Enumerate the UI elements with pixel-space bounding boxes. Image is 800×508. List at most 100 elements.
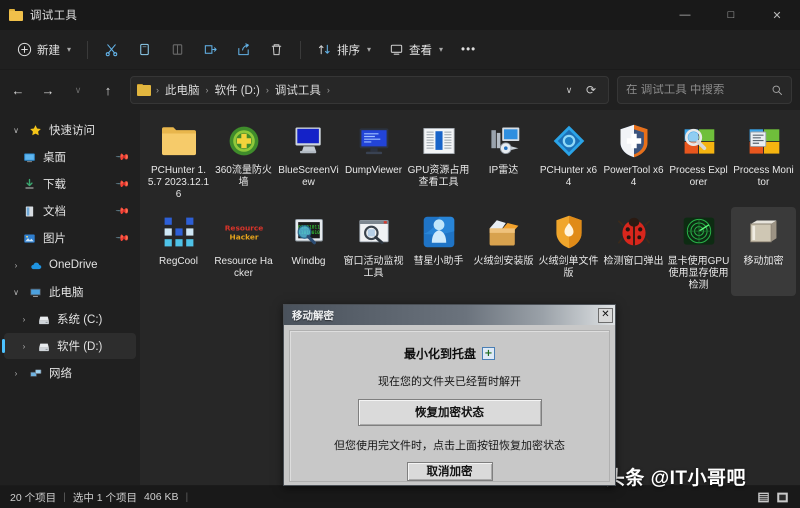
up-button[interactable]: ↑ bbox=[94, 76, 122, 104]
sidebar-item-quick-access[interactable]: ∨ 快速访问 bbox=[4, 117, 136, 143]
pin-icon-downloads[interactable]: 📌 bbox=[115, 176, 131, 192]
more-button-label: ••• bbox=[461, 44, 476, 56]
large-icons-view-icon[interactable] bbox=[775, 490, 790, 505]
file-item-huorong-installer[interactable]: 火绒剑安装版 bbox=[471, 207, 536, 296]
toolbar-divider-2 bbox=[300, 41, 301, 59]
file-item-360-firewall[interactable]: 360流量防火墙 bbox=[211, 116, 276, 205]
cancel-encryption-button[interactable]: 取消加密 bbox=[407, 462, 493, 481]
file-item-popup-detector[interactable]: 检测窗口弹出 bbox=[601, 207, 666, 296]
status-separator-2: | bbox=[185, 491, 188, 503]
chevron-down-icon-this-pc[interactable]: ∨ bbox=[10, 288, 22, 297]
restore-encryption-button[interactable]: 恢复加密状态 bbox=[358, 399, 542, 426]
sidebar-item-label-quick-access: 快速访问 bbox=[49, 122, 95, 138]
file-name: 彗星小助手 bbox=[408, 256, 470, 268]
file-item-comet-assistant[interactable]: 彗星小助手 bbox=[406, 207, 471, 296]
breadcrumb-item-1[interactable]: 软件 (D:) bbox=[211, 80, 264, 100]
rename-button[interactable] bbox=[194, 35, 227, 65]
file-item-ip-radar[interactable]: IP雷达 bbox=[471, 116, 536, 205]
file-item-gpu-usage-tool[interactable]: GPU资源占用查看工具 bbox=[406, 116, 471, 205]
file-item-gpu-memory-detect[interactable]: 显卡使用GPU使用显存使用检测 bbox=[666, 207, 731, 296]
sidebar-item-label-onedrive: OneDrive bbox=[49, 259, 98, 271]
cloud-icon bbox=[28, 258, 43, 273]
delete-button[interactable] bbox=[260, 35, 293, 65]
address-bar[interactable]: › 此电脑 › 软件 (D:) › 调试工具 › ∨ ⟳ bbox=[130, 76, 609, 104]
icon-grid: PCHunter 1.5.7 2023.12.16 360流量防火墙 BlueS… bbox=[140, 110, 800, 298]
back-button[interactable]: ← bbox=[4, 76, 32, 104]
drive-icon-d bbox=[36, 339, 51, 354]
chevron-right-icon-onedrive[interactable]: › bbox=[10, 261, 22, 270]
chevron-right-icon-drive-d[interactable]: › bbox=[18, 342, 30, 351]
file-item-pchunter-folder[interactable]: PCHunter 1.5.7 2023.12.16 bbox=[146, 116, 211, 205]
sidebar-item-desktop[interactable]: 桌面 📌 bbox=[4, 144, 136, 170]
address-dropdown-icon[interactable]: ∨ bbox=[558, 79, 580, 101]
minimize-icon[interactable]: — bbox=[662, 0, 708, 30]
file-item-bluescreenview[interactable]: BlueScreenView bbox=[276, 116, 341, 205]
file-item-mobile-encrypt[interactable]: 移动加密 bbox=[731, 207, 796, 296]
sidebar-item-label-documents: 文档 bbox=[43, 203, 66, 219]
chevron-right-icon-network[interactable]: › bbox=[10, 369, 22, 378]
share-button[interactable] bbox=[227, 35, 260, 65]
maximize-icon[interactable]: □ bbox=[708, 0, 754, 30]
magnify-win-icon bbox=[354, 212, 394, 252]
paste-button[interactable] bbox=[161, 35, 194, 65]
item-count-label: 20 个项目 bbox=[10, 490, 56, 505]
drive-icon-c bbox=[36, 312, 51, 327]
file-item-regcool[interactable]: RegCool bbox=[146, 207, 211, 296]
dialog-close-icon[interactable]: ✕ bbox=[598, 308, 613, 323]
pin-icon-desktop[interactable]: 📌 bbox=[115, 149, 131, 165]
file-item-pchunter-x64[interactable]: PCHunter x64 bbox=[536, 116, 601, 205]
close-icon[interactable]: ✕ bbox=[754, 0, 800, 30]
refresh-icon[interactable]: ⟳ bbox=[580, 79, 602, 101]
sidebar-item-drive-c[interactable]: › 系统 (C:) bbox=[4, 306, 136, 332]
sidebar-item-label-downloads: 下载 bbox=[43, 176, 66, 192]
new-button[interactable]: 新建 ▾ bbox=[8, 35, 80, 65]
sidebar-item-label-pictures: 图片 bbox=[43, 230, 66, 246]
forward-button[interactable]: → bbox=[34, 76, 62, 104]
sidebar-item-pictures[interactable]: 图片 📌 bbox=[4, 225, 136, 251]
download-icon bbox=[22, 177, 37, 192]
chevron-down-icon-quick-access[interactable]: ∨ bbox=[10, 126, 22, 135]
file-item-resource-hacker[interactable]: Resource Hacker Resource Hacker bbox=[211, 207, 276, 296]
search-box[interactable] bbox=[617, 76, 792, 104]
sidebar-item-drive-d[interactable]: › 软件 (D:) bbox=[4, 333, 136, 359]
network-icon bbox=[28, 366, 43, 381]
cut-button[interactable] bbox=[95, 35, 128, 65]
breadcrumb-item-2[interactable]: 调试工具 bbox=[271, 80, 325, 100]
chevron-right-icon-drive-c[interactable]: › bbox=[18, 315, 30, 324]
recent-locations-button[interactable]: ∨ bbox=[64, 76, 92, 104]
sidebar-item-network[interactable]: › 网络 bbox=[4, 360, 136, 386]
file-item-process-monitor[interactable]: Process Monitor bbox=[731, 116, 796, 205]
selection-label: 选中 1 个项目 bbox=[73, 490, 137, 505]
file-item-window-monitor[interactable]: 窗口活动监视工具 bbox=[341, 207, 406, 296]
sort-button[interactable]: 排序 ▾ bbox=[308, 35, 380, 65]
sidebar-item-downloads[interactable]: 下载 📌 bbox=[4, 171, 136, 197]
view-button[interactable]: 查看 ▾ bbox=[380, 35, 452, 65]
dialog-title: 移动解密 bbox=[292, 308, 334, 323]
dialog-title-bar[interactable]: 移动解密 ✕ bbox=[284, 305, 615, 325]
tray-icon[interactable]: + bbox=[482, 347, 495, 360]
share-icon bbox=[236, 42, 251, 57]
sidebar-item-onedrive[interactable]: › OneDrive bbox=[4, 252, 136, 278]
pin-icon-pictures[interactable]: 📌 bbox=[115, 230, 131, 246]
sidebar-item-this-pc[interactable]: ∨ 此电脑 bbox=[4, 279, 136, 305]
shield-green-icon bbox=[224, 121, 264, 161]
trash-icon bbox=[269, 42, 284, 57]
sidebar-item-documents[interactable]: 文档 📌 bbox=[4, 198, 136, 224]
search-input[interactable] bbox=[626, 84, 771, 96]
file-item-powertool-x64[interactable]: PowerTool x64 bbox=[601, 116, 666, 205]
pin-icon-documents[interactable]: 📌 bbox=[115, 203, 131, 219]
sidebar-item-label-desktop: 桌面 bbox=[43, 149, 66, 165]
file-name: PCHunter x64 bbox=[538, 165, 600, 189]
more-button[interactable]: ••• bbox=[452, 35, 485, 65]
file-item-process-explorer[interactable]: Process Explorer bbox=[666, 116, 731, 205]
chevron-down-icon-sort: ▾ bbox=[367, 45, 371, 54]
monitor-dark-icon bbox=[354, 121, 394, 161]
file-item-dumpviewer[interactable]: DumpViewer bbox=[341, 116, 406, 205]
file-name: Process Explorer bbox=[668, 165, 730, 189]
radar-pc-icon bbox=[484, 121, 524, 161]
details-view-icon[interactable] bbox=[756, 490, 771, 505]
copy-button[interactable] bbox=[128, 35, 161, 65]
file-item-windbg[interactable]: 0100101111010010 Windbg bbox=[276, 207, 341, 296]
file-item-huorong-portable[interactable]: 火绒剑单文件版 bbox=[536, 207, 601, 296]
breadcrumb-item-0[interactable]: 此电脑 bbox=[161, 80, 204, 100]
